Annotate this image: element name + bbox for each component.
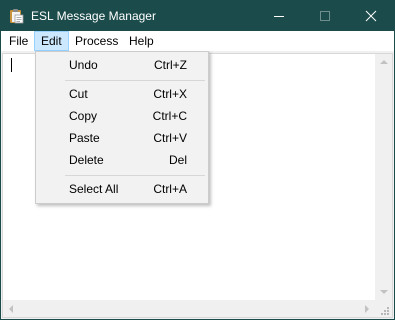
menu-item-label: Delete bbox=[69, 153, 104, 167]
edit-menu-dropdown: Undo Ctrl+Z Cut Ctrl+X Copy Ctrl+C Paste… bbox=[35, 51, 209, 204]
minimize-button[interactable] bbox=[256, 1, 302, 31]
scroll-right-icon[interactable] bbox=[365, 305, 369, 313]
menu-item-paste[interactable]: Paste Ctrl+V bbox=[36, 127, 208, 149]
menu-item-copy[interactable]: Copy Ctrl+C bbox=[36, 105, 208, 127]
menu-item-select-all[interactable]: Select All Ctrl+A bbox=[36, 178, 208, 200]
vertical-scrollbar[interactable] bbox=[375, 54, 392, 300]
close-button[interactable] bbox=[348, 1, 394, 31]
close-icon bbox=[365, 10, 377, 22]
maximize-button bbox=[302, 1, 348, 31]
text-caret bbox=[11, 58, 12, 72]
scroll-down-icon[interactable] bbox=[380, 290, 388, 294]
menu-separator bbox=[65, 80, 205, 81]
menu-item-shortcut: Ctrl+A bbox=[153, 182, 187, 196]
menu-item-label: Cut bbox=[69, 87, 88, 101]
menu-item-label: Select All bbox=[69, 182, 119, 196]
menu-item-label: Copy bbox=[69, 109, 98, 123]
clipboard-icon[interactable] bbox=[8, 8, 24, 24]
resize-grip-icon[interactable] bbox=[380, 305, 390, 315]
menu-help[interactable]: Help bbox=[123, 31, 160, 51]
menu-item-cut[interactable]: Cut Ctrl+X bbox=[36, 83, 208, 105]
scroll-left-icon[interactable] bbox=[9, 305, 13, 313]
title-bar[interactable]: ESL Message Manager bbox=[1, 1, 394, 31]
maximize-icon bbox=[320, 11, 330, 21]
menu-file[interactable]: File bbox=[3, 31, 34, 51]
menu-item-undo[interactable]: Undo Ctrl+Z bbox=[36, 54, 208, 76]
menu-item-shortcut: Del bbox=[168, 153, 187, 167]
menu-separator bbox=[65, 175, 205, 176]
menu-item-shortcut: Ctrl+X bbox=[153, 87, 187, 101]
menu-process[interactable]: Process bbox=[69, 31, 124, 51]
scroll-corner bbox=[375, 300, 392, 317]
app-window: ESL Message Manager File Edit Process He… bbox=[0, 0, 395, 320]
menu-edit[interactable]: Edit bbox=[34, 31, 69, 51]
menu-item-label: Undo bbox=[69, 58, 98, 72]
menu-item-shortcut: Ctrl+V bbox=[153, 131, 187, 145]
minimize-icon bbox=[274, 16, 284, 17]
menu-item-shortcut: Ctrl+C bbox=[152, 109, 187, 123]
window-title: ESL Message Manager bbox=[31, 9, 156, 23]
menu-item-shortcut: Ctrl+Z bbox=[154, 58, 187, 72]
horizontal-scrollbar[interactable] bbox=[3, 300, 375, 317]
menu-bar: File Edit Process Help bbox=[1, 31, 394, 51]
menu-item-delete[interactable]: Delete Del bbox=[36, 149, 208, 171]
scroll-up-icon[interactable] bbox=[380, 60, 388, 64]
menu-item-label: Paste bbox=[69, 131, 100, 145]
